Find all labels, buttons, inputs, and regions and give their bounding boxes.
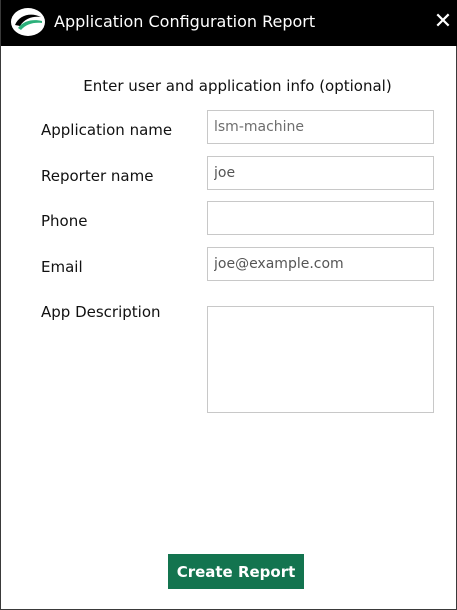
title-bar[interactable]: Application Configuration Report ✕ bbox=[1, 0, 457, 46]
phone-field[interactable] bbox=[207, 201, 434, 235]
app-description-label: App Description bbox=[41, 303, 161, 321]
report-dialog: Application Configuration Report ✕ Enter… bbox=[0, 0, 457, 610]
create-report-button[interactable]: Create Report bbox=[168, 554, 304, 589]
reporter-name-label: Reporter name bbox=[41, 167, 154, 185]
application-name-field[interactable] bbox=[207, 110, 434, 144]
application-name-label: Application name bbox=[41, 121, 173, 139]
email-field[interactable] bbox=[207, 247, 434, 281]
app-description-field[interactable] bbox=[207, 306, 434, 413]
phone-label: Phone bbox=[41, 212, 88, 230]
reporter-name-field[interactable] bbox=[207, 156, 434, 190]
app-logo-icon bbox=[11, 8, 45, 36]
window-title: Application Configuration Report bbox=[54, 12, 316, 31]
email-label: Email bbox=[41, 258, 83, 276]
form-intro-text: Enter user and application info (optiona… bbox=[83, 77, 392, 95]
close-button[interactable]: ✕ bbox=[430, 8, 456, 36]
close-icon: ✕ bbox=[433, 9, 453, 34]
